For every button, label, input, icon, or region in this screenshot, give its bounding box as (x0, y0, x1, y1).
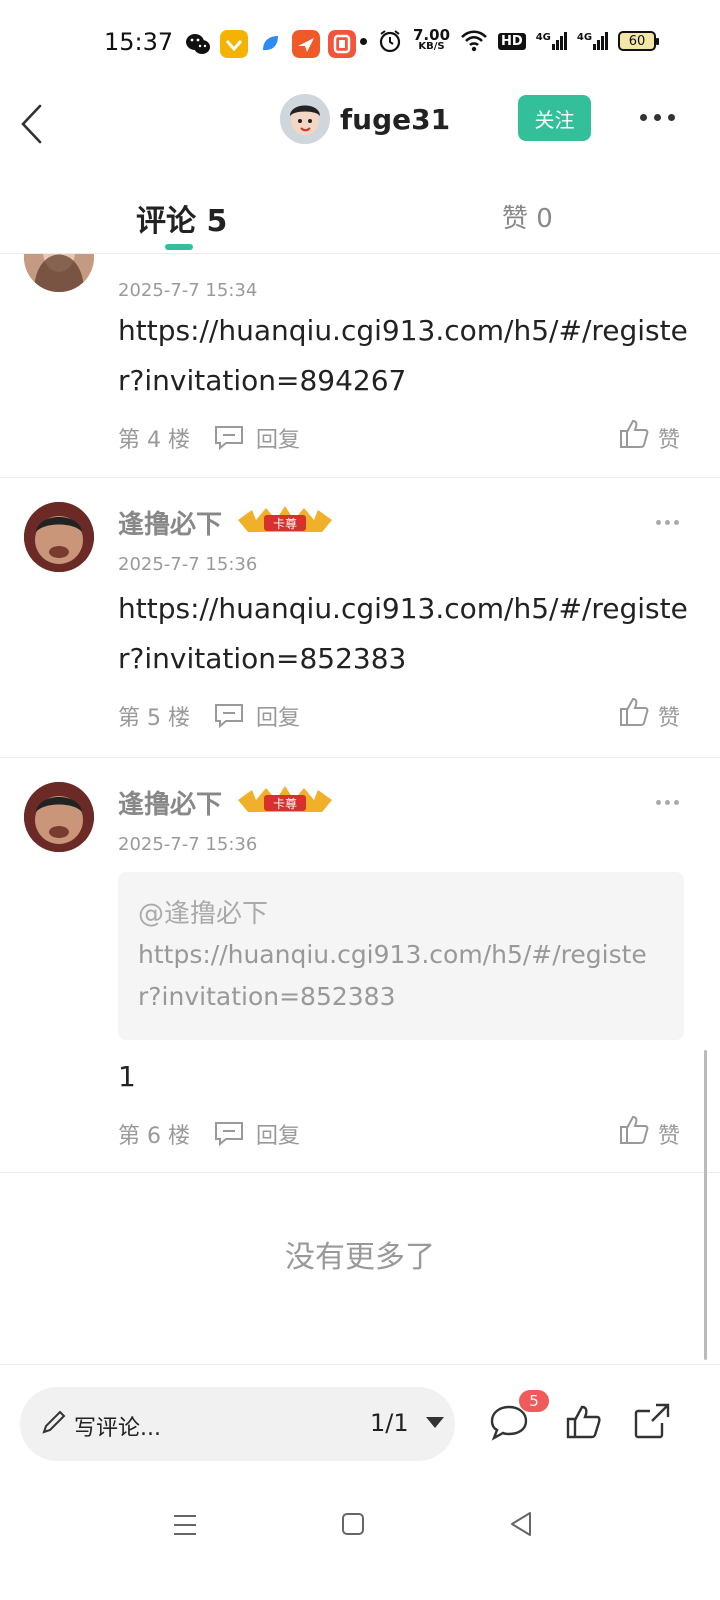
app-yellow-icon (220, 30, 248, 58)
tab-bar: 评论 5 赞 0 (0, 160, 720, 254)
comment-actions: 第 6 楼 回复 赞 (118, 1112, 684, 1152)
system-nav-bar (0, 1480, 720, 1600)
top-bar: fuge31 关注 (0, 88, 720, 160)
like-icon[interactable] (618, 418, 650, 450)
comment-actions: 第 4 楼 回复 赞 (118, 416, 684, 456)
more-icon[interactable] (640, 114, 675, 121)
comment-count-badge: 5 (519, 1390, 549, 1412)
reply-icon[interactable] (214, 702, 244, 728)
comment-actions: 第 5 楼 回复 赞 (118, 694, 684, 734)
reply-button[interactable]: 回复 (256, 700, 300, 732)
author-avatar[interactable] (280, 94, 330, 144)
wechat-icon (186, 34, 210, 54)
commenter-avatar[interactable] (24, 502, 94, 572)
page-indicator[interactable]: 1/1 (370, 1409, 409, 1437)
wifi-icon (461, 30, 487, 52)
comment-text: 1 (118, 1060, 136, 1093)
like-button[interactable]: 赞 (658, 700, 680, 732)
app-blue-icon (256, 30, 284, 58)
alarm-icon (379, 30, 401, 53)
comment-text: https://huanqiu.cgi913.com/h5/#/register… (118, 592, 688, 675)
divider (0, 1172, 720, 1173)
floor-number: 第 5 楼 (118, 706, 190, 731)
comment-more-icon[interactable] (656, 800, 679, 805)
like-button[interactable]: 赞 (658, 422, 680, 454)
tab-comments[interactable]: 评论 5 (136, 196, 227, 240)
composer-placeholder: 写评论... (74, 1416, 161, 1441)
nav-back-icon[interactable] (508, 1510, 534, 1538)
author-name[interactable]: fuge31 (340, 103, 450, 136)
tab-likes[interactable]: 赞 0 (502, 198, 553, 235)
svg-text:卡尊: 卡尊 (273, 516, 297, 531)
follow-button[interactable]: 关注 (518, 95, 591, 141)
comment-item: 逢撸必下 卡尊 2025-7-7 15:36 https://huanqiu.c… (0, 478, 720, 758)
comment-time: 2025-7-7 15:36 (118, 554, 258, 575)
share-icon[interactable] (632, 1401, 672, 1441)
back-icon[interactable] (18, 100, 46, 148)
quoted-comment[interactable]: @逢撸必下 https://huanqiu.cgi913.com/h5/#/re… (118, 872, 684, 1040)
battery-icon: 60 (618, 31, 660, 51)
comment-composer[interactable]: 写评论... 1/1 (20, 1387, 455, 1461)
menu-icon[interactable] (172, 1512, 198, 1538)
commenter-avatar[interactable] (24, 254, 94, 292)
scrollbar[interactable] (704, 1050, 707, 1360)
commenter-avatar[interactable] (24, 782, 94, 852)
comment-time: 2025-7-7 15:36 (118, 834, 258, 855)
status-bar: 15:37 7.00 KB/S HD 4G 4G 60 (0, 0, 720, 88)
dot-icon (360, 37, 367, 45)
commenter-name[interactable]: 逢撸必下 (118, 784, 222, 821)
hd-icon: HD (498, 32, 526, 50)
vip-badge-icon: 卡尊 (238, 786, 332, 812)
signal-4g-2: 4G (577, 32, 609, 50)
network-speed: 7.00 KB/S (413, 26, 451, 53)
quoted-text: https://huanqiu.cgi913.com/h5/#/register… (138, 940, 647, 1011)
reply-icon[interactable] (214, 1120, 244, 1146)
like-button[interactable]: 赞 (658, 1118, 680, 1150)
like-icon[interactable] (618, 696, 650, 728)
reply-button[interactable]: 回复 (256, 422, 300, 454)
comment-list: 2025-7-7 15:34 https://huanqiu.cgi913.co… (0, 254, 720, 1364)
like-icon[interactable] (618, 1114, 650, 1146)
thumbs-up-icon[interactable] (564, 1403, 602, 1441)
app-red-icon (328, 30, 356, 58)
vip-badge-icon: 卡尊 (238, 506, 332, 532)
comment-item: 2025-7-7 15:34 https://huanqiu.cgi913.co… (0, 254, 720, 478)
notification-icons (184, 30, 356, 58)
status-indicators: 7.00 KB/S HD 4G 4G 60 (360, 26, 660, 54)
list-end-text: 没有更多了 (285, 1240, 435, 1275)
commenter-name[interactable]: 逢撸必下 (118, 504, 222, 541)
caret-down-icon[interactable] (426, 1417, 444, 1428)
comment-item: 逢撸必下 卡尊 2025-7-7 15:36 @逢撸必下 https://hua… (0, 758, 720, 1172)
tab-indicator (165, 244, 193, 250)
reply-button[interactable]: 回复 (256, 1118, 300, 1150)
floor-number: 第 6 楼 (118, 1124, 190, 1149)
app-orange-icon (292, 30, 320, 58)
comment-text: https://huanqiu.cgi913.com/h5/#/register… (118, 314, 688, 397)
floor-number: 第 4 楼 (118, 428, 190, 453)
status-time: 15:37 (104, 28, 174, 56)
comment-more-icon[interactable] (656, 520, 679, 525)
comment-time: 2025-7-7 15:34 (118, 280, 258, 301)
bottom-action-bar: 写评论... 1/1 5 (0, 1364, 720, 1480)
quoted-user: @逢撸必下 (138, 899, 269, 929)
svg-text:卡尊: 卡尊 (273, 796, 297, 811)
reply-icon[interactable] (214, 424, 244, 450)
home-icon[interactable] (341, 1512, 365, 1536)
signal-4g-1: 4G (536, 32, 567, 50)
pen-icon (42, 1410, 66, 1434)
